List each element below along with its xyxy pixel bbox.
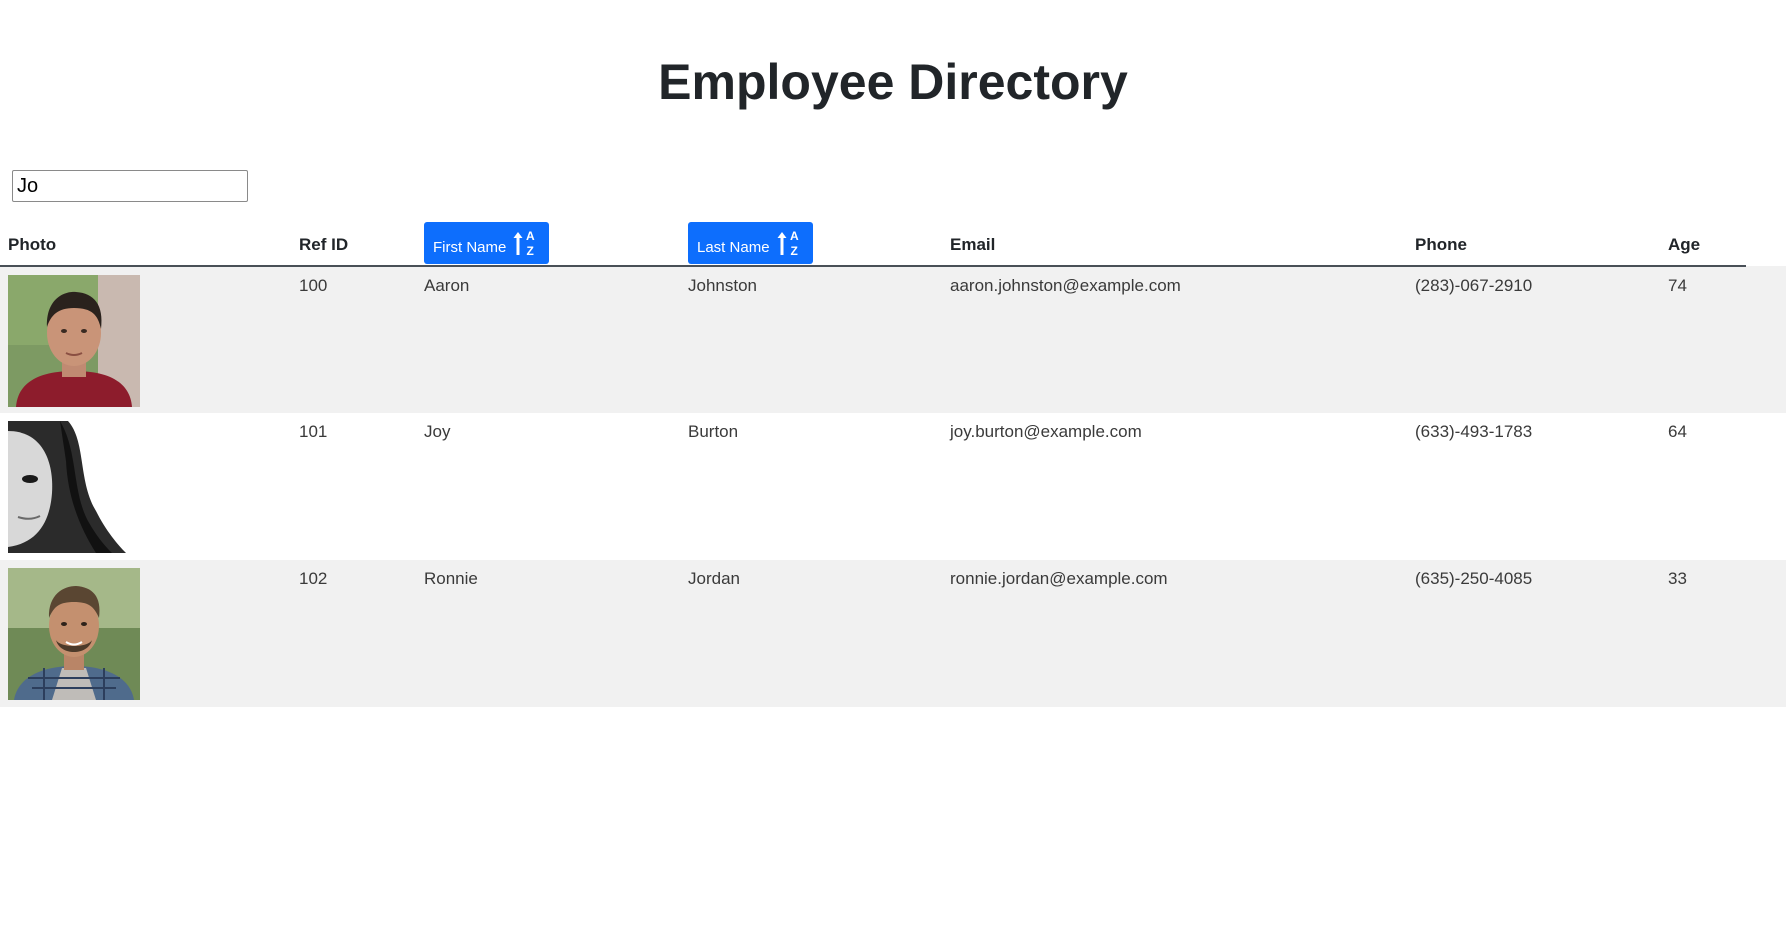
table-row: 101 Joy Burton joy.burton@example.com (6… <box>0 413 1786 560</box>
age-cell: 64 <box>1660 413 1746 560</box>
sort-alpha-up-icon: A Z <box>513 229 535 258</box>
ref-id-cell: 101 <box>291 413 416 560</box>
first-name-cell: Aaron <box>416 266 680 413</box>
last-name-cell: Johnston <box>680 266 942 413</box>
table-row: 102 Ronnie Jordan ronnie.jordan@example.… <box>0 560 1786 707</box>
search-input[interactable] <box>12 170 248 202</box>
photo-column-header: Photo <box>0 213 291 267</box>
sort-last-name-button[interactable]: Last Name A Z <box>688 222 813 264</box>
sort-first-name-label: First Name <box>433 238 507 256</box>
avatar <box>8 421 140 553</box>
photo-cell <box>0 560 291 707</box>
sort-last-name-label: Last Name <box>697 238 770 256</box>
row-spacer <box>1746 413 1786 560</box>
last-name-cell: Jordan <box>680 560 942 707</box>
avatar <box>8 568 140 700</box>
last-name-column-header: Last Name A Z <box>680 213 942 267</box>
employee-table: Photo Ref ID First Name A Z Last Name A … <box>0 213 1786 707</box>
phone-cell: (633)-493-1783 <box>1407 413 1660 560</box>
first-name-cell: Joy <box>416 413 680 560</box>
sort-first-name-button[interactable]: First Name A Z <box>424 222 550 264</box>
email-column-header: Email <box>942 213 1407 267</box>
svg-text:Z: Z <box>790 244 797 258</box>
row-spacer <box>1746 560 1786 707</box>
phone-column-header: Phone <box>1407 213 1660 267</box>
ref-id-cell: 100 <box>291 266 416 413</box>
age-column-header: Age <box>1660 213 1746 267</box>
email-cell: joy.burton@example.com <box>942 413 1407 560</box>
svg-text:A: A <box>526 229 535 243</box>
phone-cell: (283)-067-2910 <box>1407 266 1660 413</box>
age-cell: 74 <box>1660 266 1746 413</box>
svg-text:A: A <box>790 229 799 243</box>
avatar <box>8 275 140 407</box>
header-spacer <box>1746 213 1786 266</box>
table-row: 100 Aaron Johnston aaron.johnston@exampl… <box>0 266 1786 413</box>
first-name-column-header: First Name A Z <box>416 213 680 267</box>
ref-id-cell: 102 <box>291 560 416 707</box>
row-spacer <box>1746 266 1786 413</box>
ref-id-column-header: Ref ID <box>291 213 416 267</box>
svg-text:Z: Z <box>527 244 534 258</box>
photo-cell <box>0 413 291 560</box>
age-cell: 33 <box>1660 560 1746 707</box>
photo-cell <box>0 266 291 413</box>
table-header-row: Photo Ref ID First Name A Z Last Name A … <box>0 213 1786 267</box>
email-cell: aaron.johnston@example.com <box>942 266 1407 413</box>
sort-alpha-up-icon: A Z <box>777 229 799 258</box>
phone-cell: (635)-250-4085 <box>1407 560 1660 707</box>
page-title: Employee Directory <box>658 54 1128 110</box>
email-cell: ronnie.jordan@example.com <box>942 560 1407 707</box>
last-name-cell: Burton <box>680 413 942 560</box>
first-name-cell: Ronnie <box>416 560 680 707</box>
